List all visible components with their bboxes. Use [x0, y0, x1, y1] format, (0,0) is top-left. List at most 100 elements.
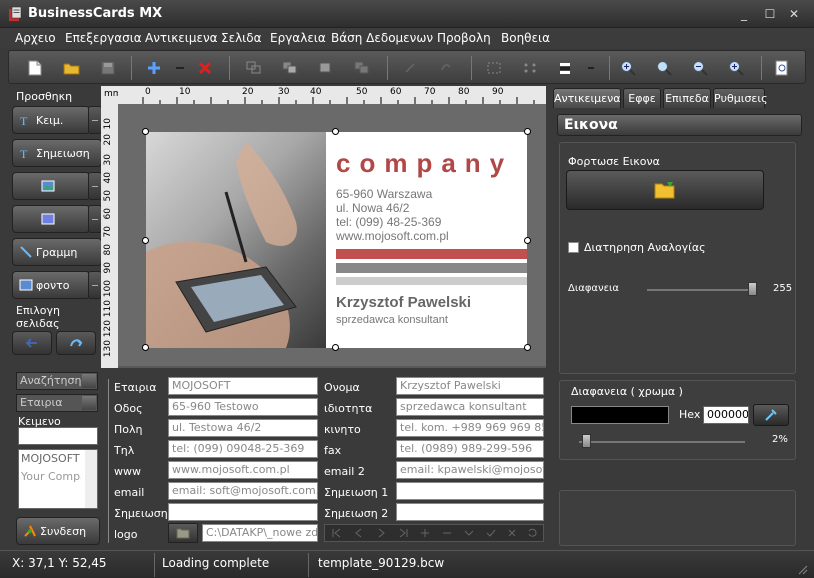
card-address-2[interactable]: ul. Nowa 46/2 [336, 201, 409, 215]
position-field[interactable]: sprzedawca konsultant [396, 398, 544, 416]
keep-ratio-checkbox[interactable] [568, 242, 579, 253]
search-results-list[interactable]: MOJOSOFT Your Compai [18, 449, 98, 509]
email-field[interactable]: email: soft@mojosoft.com.pl [168, 482, 318, 500]
connect-button[interactable]: Συνδεση [16, 517, 100, 545]
add-rectangle-dropdown[interactable] [88, 205, 102, 233]
card-address-1[interactable]: 65-960 Warszawa [336, 187, 432, 201]
opacity-slider-thumb[interactable] [748, 282, 757, 296]
www-field[interactable]: www.mojosoft.com.pl [168, 461, 318, 479]
note2-field[interactable] [396, 503, 544, 521]
tab-objects[interactable]: Αντικειμενα [553, 88, 621, 108]
send-back-icon[interactable] [351, 57, 373, 79]
street-field[interactable]: 65-960 Testowo [168, 398, 318, 416]
card-stripe-light[interactable] [336, 277, 527, 285]
print-preview-icon[interactable] [771, 57, 793, 79]
card-photo[interactable] [146, 132, 326, 348]
name-field[interactable]: Krzysztof Pawelski [396, 377, 544, 395]
align-icon[interactable] [483, 57, 505, 79]
add-image-button[interactable] [12, 172, 90, 200]
color-swatch[interactable] [571, 406, 669, 424]
close-button[interactable]: ✕ [784, 5, 804, 23]
menu-database[interactable]: Βάση Δεδομενων [331, 31, 433, 45]
redo-icon[interactable] [435, 57, 457, 79]
open-folder-icon[interactable] [61, 57, 83, 79]
add-note-button[interactable]: T Σημειωση [12, 139, 102, 167]
card-phone[interactable]: tel: (099) 48-25-369 [336, 215, 441, 229]
menu-objects[interactable]: Αντικειμενα [145, 31, 218, 45]
add-background-dropdown[interactable] [88, 271, 102, 299]
selection-handle[interactable] [142, 237, 149, 244]
menu-help[interactable]: Βοηθεια [501, 31, 550, 45]
save-icon[interactable] [97, 57, 119, 79]
phone-field[interactable]: tel: (099) 09048-25-369 [168, 440, 318, 458]
card-stripe-red[interactable] [336, 249, 527, 259]
previous-page-button[interactable] [12, 331, 52, 355]
zoom-fit-icon[interactable] [653, 57, 675, 79]
selection-handle[interactable] [142, 344, 149, 351]
remove-icon[interactable] [169, 57, 191, 79]
color-picker-button[interactable] [753, 404, 789, 426]
note-field[interactable] [168, 503, 318, 521]
color-opacity-slider-thumb[interactable] [582, 434, 592, 448]
search-text-input[interactable] [18, 427, 98, 445]
db-navigation-icons[interactable] [325, 525, 543, 541]
selection-handle[interactable] [524, 237, 531, 244]
card-company[interactable]: company [336, 148, 513, 179]
bring-front-icon[interactable] [315, 57, 337, 79]
maximize-button[interactable]: ☐ [760, 5, 780, 23]
tab-settings[interactable]: Ρυθμισεις [713, 88, 768, 108]
resize-grip-icon[interactable] [798, 565, 808, 575]
zoom-out-icon[interactable] [689, 57, 711, 79]
hex-input[interactable]: 000000 [703, 406, 749, 424]
load-image-button[interactable] [566, 170, 764, 210]
menu-tools[interactable]: Εργαλεια [270, 31, 326, 45]
list-item[interactable]: MOJOSOFT [21, 452, 80, 465]
group-icon[interactable] [243, 57, 265, 79]
add-line-button[interactable]: Γραμμη [12, 238, 102, 266]
next-page-button[interactable] [56, 331, 96, 355]
list-item[interactable]: Your Compai [21, 470, 81, 483]
add-image-dropdown[interactable] [88, 172, 102, 200]
email2-field[interactable]: email: kpawelski@mojosoft.com [396, 461, 544, 479]
selection-handle[interactable] [524, 128, 531, 135]
delete-icon[interactable] [194, 57, 216, 79]
mobile-field[interactable]: tel. kom. +989 969 969 857 [396, 419, 544, 437]
search-field-select[interactable]: Εταιρια [16, 394, 98, 412]
selection-handle[interactable] [524, 344, 531, 351]
add-rectangle-button[interactable] [12, 205, 90, 233]
fax-field[interactable]: tel. (0989) 989-299-596 [396, 440, 544, 458]
city-field[interactable]: ul. Testowa 46/2 [168, 419, 318, 437]
browse-logo-button[interactable] [168, 523, 198, 543]
business-card[interactable]: company 65-960 Warszawa ul. Nowa 46/2 te… [146, 132, 527, 348]
zoom-in-icon[interactable] [617, 57, 639, 79]
card-web[interactable]: www.mojosoft.com.pl [336, 229, 449, 243]
card-role[interactable]: sprzedawca konsultant [336, 314, 448, 326]
opacity-slider-track[interactable] [647, 289, 757, 291]
minimize-button[interactable]: _ [734, 5, 754, 23]
zoom-page-icon[interactable] [725, 57, 747, 79]
color-opacity-slider-track[interactable] [579, 441, 745, 443]
layers-dropdown-icon[interactable] [580, 57, 602, 79]
add-icon[interactable] [143, 57, 165, 79]
new-file-icon[interactable] [24, 57, 46, 79]
menu-view[interactable]: Προβολη [437, 31, 491, 45]
results-scrollbar[interactable] [85, 450, 97, 508]
selection-handle[interactable] [332, 344, 339, 351]
selection-handle[interactable] [332, 128, 339, 135]
card-stripe-gray[interactable] [336, 263, 527, 273]
tab-effects[interactable]: Εφφε [623, 88, 661, 108]
logo-path-field[interactable]: C:\DATAKP\_nowe zdje [202, 524, 318, 542]
distribute-icon[interactable] [519, 57, 541, 79]
menu-page[interactable]: Σελιδα [221, 31, 261, 45]
tab-layers[interactable]: Επιπεδα [663, 88, 711, 108]
search-mode-select[interactable]: Αναζήτηση [16, 372, 98, 390]
card-name[interactable]: Krzysztof Pawelski [336, 294, 471, 311]
layers-icon[interactable] [555, 57, 577, 79]
add-text-dropdown[interactable] [88, 106, 102, 134]
note1-field[interactable] [396, 482, 544, 500]
undo-icon[interactable] [399, 57, 421, 79]
company-field[interactable]: MOJOSOFT [168, 377, 318, 395]
ungroup-icon[interactable] [279, 57, 301, 79]
selection-handle[interactable] [142, 128, 149, 135]
menu-edit[interactable]: Επεξεργασια [65, 31, 142, 45]
